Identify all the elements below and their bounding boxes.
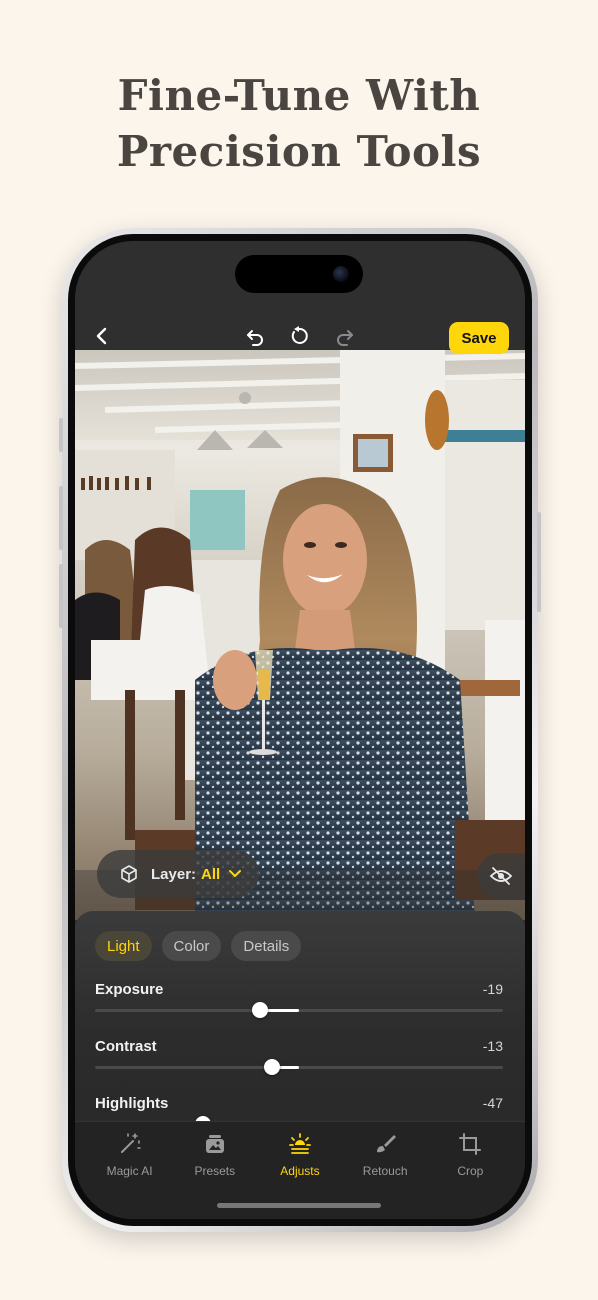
nav-magic-ai-label: Magic AI bbox=[106, 1164, 153, 1178]
layer-selector[interactable]: Layer: All bbox=[97, 850, 259, 898]
nav-crop[interactable]: Crop bbox=[431, 1132, 509, 1178]
nav-crop-label: Crop bbox=[457, 1164, 484, 1178]
back-button[interactable] bbox=[87, 321, 117, 351]
contrast-slider[interactable] bbox=[95, 1059, 503, 1075]
action-button bbox=[59, 418, 63, 452]
undo-button[interactable] bbox=[240, 322, 270, 352]
photo-canvas[interactable] bbox=[75, 350, 525, 920]
undo-icon bbox=[247, 330, 263, 346]
headline-line-1: Fine-Tune With bbox=[117, 71, 481, 120]
phone-frame: Save Layer: All Light Color Details Expo… bbox=[59, 228, 541, 1232]
contrast-slider-knob[interactable] bbox=[264, 1059, 281, 1075]
tab-color[interactable]: Color bbox=[161, 931, 222, 961]
highlights-label: Highlights bbox=[95, 1095, 169, 1112]
headline-line-2: Precision Tools bbox=[116, 127, 482, 176]
nav-presets[interactable]: Presets bbox=[176, 1132, 254, 1178]
reset-icon bbox=[291, 326, 308, 344]
power-button bbox=[537, 512, 541, 612]
redo-button[interactable] bbox=[330, 322, 360, 352]
headline: Fine-Tune With Precision Tools bbox=[0, 68, 598, 180]
redo-icon bbox=[337, 330, 353, 346]
presets-icon bbox=[205, 1135, 224, 1153]
exposure-label: Exposure bbox=[95, 981, 164, 998]
save-button[interactable]: Save bbox=[449, 322, 509, 354]
app-screen: Save Layer: All Light Color Details Expo… bbox=[75, 241, 525, 1219]
tab-light[interactable]: Light bbox=[95, 931, 152, 961]
hide-preview-button[interactable] bbox=[477, 853, 525, 899]
magic-wand-icon bbox=[120, 1133, 141, 1153]
exposure-slider-row: Exposure -19 bbox=[95, 981, 503, 1033]
dynamic-island bbox=[235, 255, 363, 293]
top-toolbar: Save bbox=[75, 311, 525, 361]
nav-magic-ai[interactable]: Magic AI bbox=[91, 1132, 169, 1178]
chevron-left-icon bbox=[96, 327, 107, 345]
photo-image bbox=[75, 350, 525, 920]
highlights-value: -47 bbox=[482, 1095, 503, 1111]
layers-icon bbox=[121, 865, 137, 883]
chevron-down-icon bbox=[229, 870, 242, 877]
exposure-value: -19 bbox=[482, 981, 503, 997]
nav-retouch[interactable]: Retouch bbox=[346, 1132, 424, 1178]
eye-slash-icon bbox=[489, 867, 513, 885]
home-indicator bbox=[217, 1203, 381, 1208]
nav-adjusts-label: Adjusts bbox=[280, 1164, 320, 1178]
exposure-slider-knob[interactable] bbox=[252, 1002, 269, 1018]
layer-value: All bbox=[201, 865, 221, 883]
layer-label: Layer: bbox=[151, 865, 197, 883]
exposure-slider[interactable] bbox=[95, 1002, 503, 1018]
contrast-slider-row: Contrast -13 bbox=[95, 1038, 503, 1090]
nav-adjusts[interactable]: Adjusts bbox=[261, 1132, 339, 1178]
contrast-value: -13 bbox=[482, 1038, 503, 1054]
volume-up-button bbox=[59, 486, 63, 550]
volume-down-button bbox=[59, 564, 63, 628]
brush-icon bbox=[377, 1135, 397, 1153]
adjust-sun-icon bbox=[289, 1133, 311, 1154]
adjust-tabs: Light Color Details bbox=[95, 931, 302, 961]
contrast-label: Contrast bbox=[95, 1038, 157, 1055]
tab-details[interactable]: Details bbox=[231, 931, 302, 961]
front-camera bbox=[333, 266, 349, 282]
nav-presets-label: Presets bbox=[194, 1164, 236, 1178]
crop-icon bbox=[459, 1133, 482, 1155]
nav-retouch-label: Retouch bbox=[362, 1164, 408, 1178]
reset-button[interactable] bbox=[284, 321, 314, 351]
